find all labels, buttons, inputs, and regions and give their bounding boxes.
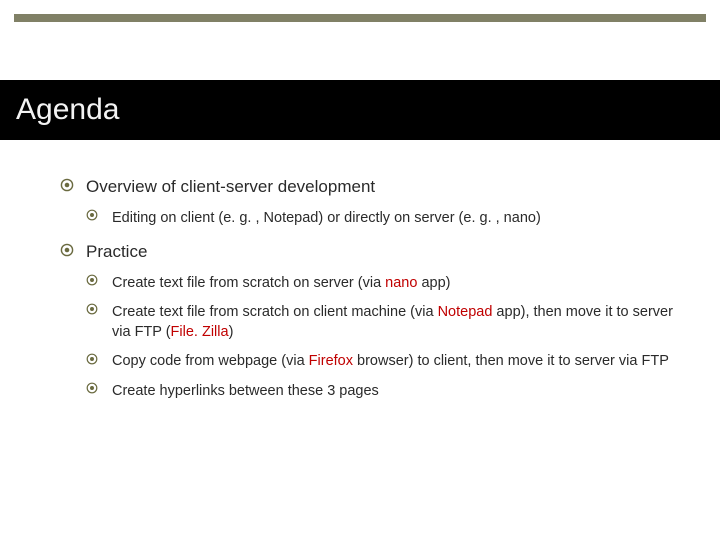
bullseye-icon	[86, 353, 98, 365]
highlight-term: Firefox	[309, 353, 353, 369]
bullseye-icon	[60, 178, 74, 192]
slide-content: Overview of client-server development Ed…	[60, 175, 676, 413]
bullseye-icon	[86, 303, 98, 315]
text-segment: Create text file from scratch on client …	[112, 304, 438, 320]
list-item: Overview of client-server development Ed…	[60, 175, 676, 228]
text-segment: Create text file from scratch on server …	[112, 275, 385, 291]
bullseye-icon	[86, 382, 98, 394]
highlight-term: nano	[385, 275, 417, 291]
list-item-label: Create hyperlinks between these 3 pages	[112, 383, 379, 399]
list-item: Editing on client (e. g. , Notepad) or d…	[86, 208, 676, 228]
text-segment: browser) to client, then move it to serv…	[353, 353, 669, 369]
list-item-label: Practice	[86, 242, 147, 261]
list-item: Practice Create text file from scratch o…	[60, 240, 676, 401]
slide: Agenda Overview of client-server develop…	[0, 0, 720, 540]
bullseye-icon	[60, 243, 74, 257]
text-segment: )	[229, 324, 234, 340]
sub-bullet-list: Create text file from scratch on server …	[86, 273, 676, 401]
slide-title: Agenda	[16, 93, 119, 127]
text-segment: app)	[417, 275, 450, 291]
bullseye-icon	[86, 209, 98, 221]
list-item-label: Overview of client-server development	[86, 177, 375, 196]
list-item: Create hyperlinks between these 3 pages	[86, 381, 676, 401]
list-item: Create text file from scratch on server …	[86, 273, 676, 293]
sub-bullet-list: Editing on client (e. g. , Notepad) or d…	[86, 208, 676, 228]
top-accent-bar	[14, 14, 706, 22]
bullet-list: Overview of client-server development Ed…	[60, 175, 676, 401]
text-segment: Copy code from webpage (via	[112, 353, 309, 369]
list-item: Copy code from webpage (via Firefox brow…	[86, 351, 676, 371]
title-bar: Agenda	[0, 80, 720, 140]
bullseye-icon	[86, 274, 98, 286]
list-item-label: Editing on client (e. g. , Notepad) or d…	[112, 210, 541, 226]
highlight-term: Notepad	[438, 304, 493, 320]
list-item: Create text file from scratch on client …	[86, 302, 676, 343]
highlight-term: File. Zilla	[171, 324, 229, 340]
